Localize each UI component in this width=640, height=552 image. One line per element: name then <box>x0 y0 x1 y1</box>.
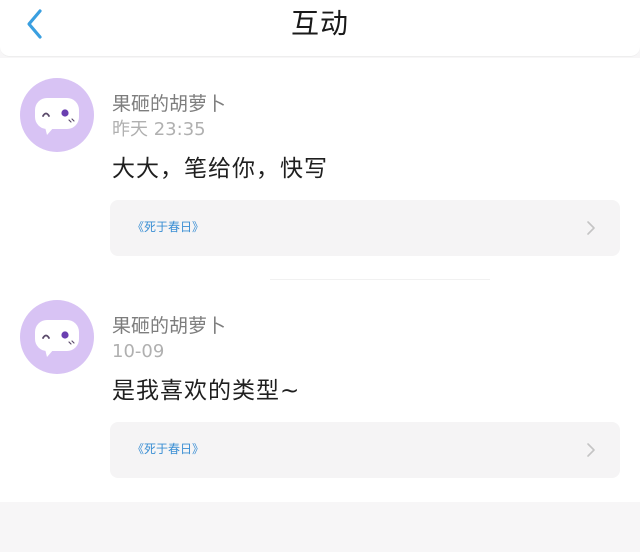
interaction-item: 果砸的胡萝卜 昨天 23:35 大大，笔给你，快写 《死于春日》 <box>0 58 640 280</box>
comment-time: 10-09 <box>112 341 165 362</box>
mascot-avatar-icon <box>35 320 79 357</box>
username[interactable]: 果砸的胡萝卜 <box>112 314 226 338</box>
interaction-list: 果砸的胡萝卜 昨天 23:35 大大，笔给你，快写 《死于春日》 果砸的胡萝卜 … <box>0 58 640 502</box>
chevron-right-icon <box>587 221 595 235</box>
comment-text: 是我喜欢的类型~ <box>112 378 301 404</box>
work-link-card[interactable]: 《死于春日》 <box>110 200 620 256</box>
avatar[interactable] <box>20 78 94 152</box>
interaction-item: 果砸的胡萝卜 10-09 是我喜欢的类型~ 《死于春日》 <box>0 280 640 502</box>
header-bar: 互动 <box>0 0 640 57</box>
chevron-right-icon <box>587 443 595 457</box>
work-title: 《死于春日》 <box>132 442 205 456</box>
comment-text: 大大，笔给你，快写 <box>112 156 328 182</box>
work-link-card[interactable]: 《死于春日》 <box>110 422 620 478</box>
avatar[interactable] <box>20 300 94 374</box>
username[interactable]: 果砸的胡萝卜 <box>112 92 226 116</box>
comment-time: 昨天 23:35 <box>112 119 206 140</box>
page-title: 互动 <box>290 7 349 40</box>
work-title: 《死于春日》 <box>132 220 205 234</box>
mascot-avatar-icon <box>35 98 79 135</box>
